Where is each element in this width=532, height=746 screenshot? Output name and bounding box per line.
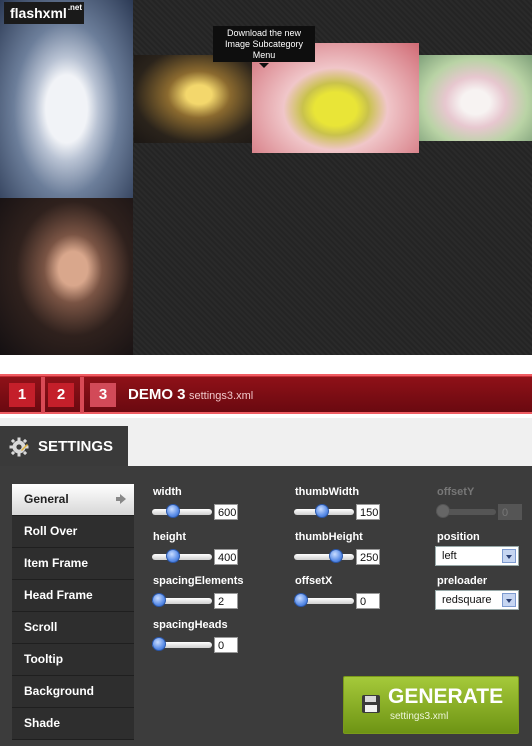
spacing-heads-slider[interactable]: [152, 637, 212, 653]
thumb-blonde-chair[interactable]: [134, 55, 252, 143]
thumb-couple[interactable]: [0, 198, 133, 355]
width-value[interactable]: 600: [214, 504, 238, 520]
settings-header: SETTINGS: [0, 418, 532, 466]
offset-y-value: 0: [498, 504, 522, 520]
thumb-bride[interactable]: [0, 0, 133, 198]
demo-bar-inner: 1 2 3 DEMO 3 settings3.xml: [0, 376, 532, 413]
thumb-width-label: thumbWidth: [295, 486, 360, 498]
menu-item-label: Roll Over: [24, 524, 78, 538]
floppy-disk-icon: [362, 695, 380, 713]
slider-knob[interactable]: [329, 549, 343, 563]
preloader-select[interactable]: redsquare: [435, 590, 519, 610]
thumb-height-slider[interactable]: [294, 549, 354, 565]
demo-tab-2[interactable]: 2: [48, 383, 74, 407]
thumb-blossom[interactable]: [419, 55, 532, 141]
spacing-elements-label: spacingElements: [153, 575, 244, 587]
menu-item-label: General: [24, 492, 69, 506]
slider-knob[interactable]: [166, 549, 180, 563]
preloader-label: preloader: [437, 575, 488, 587]
menu-item-head-frame[interactable]: Head Frame: [12, 580, 134, 612]
height-slider[interactable]: [152, 549, 212, 565]
demo-tab-1[interactable]: 1: [9, 383, 35, 407]
demo-separator: [80, 377, 84, 413]
generate-label: GENERATE: [388, 685, 504, 708]
preloader-select-value: redsquare: [442, 594, 492, 606]
menu-item-item-frame[interactable]: Item Frame: [12, 548, 134, 580]
settings-title: SETTINGS: [38, 438, 114, 455]
chevron-down-icon[interactable]: [502, 549, 516, 563]
generate-button[interactable]: GENERATE settings3.xml: [343, 676, 519, 734]
demo-separator: [41, 377, 45, 413]
slider-knob: [436, 504, 450, 518]
menu-item-roll-over[interactable]: Roll Over: [12, 516, 134, 548]
menu-item-scroll[interactable]: Scroll: [12, 612, 134, 644]
menu-item-label: Tooltip: [24, 652, 64, 666]
spacing-heads-value[interactable]: 0: [214, 637, 238, 653]
menu-item-general[interactable]: General: [12, 484, 134, 516]
height-value[interactable]: 400: [214, 549, 238, 565]
chevron-down-icon[interactable]: [502, 593, 516, 607]
slider-knob[interactable]: [152, 637, 166, 651]
thumb-width-slider[interactable]: [294, 504, 354, 520]
slider-track: [294, 554, 354, 560]
menu-item-background[interactable]: Background: [12, 676, 134, 708]
slider-knob[interactable]: [166, 504, 180, 518]
slider-track: [152, 554, 212, 560]
menu-item-label: Shade: [24, 716, 61, 730]
thumb-width-value[interactable]: 150: [356, 504, 380, 520]
arrow-right-icon: [116, 494, 126, 504]
position-select-value: left: [442, 550, 457, 562]
offset-x-slider[interactable]: [294, 593, 354, 609]
settings-menu: General Roll Over Item Frame Head Frame …: [12, 484, 134, 740]
flashxml-logo: flashxml.net: [4, 2, 84, 24]
demo-tab-3[interactable]: 3: [90, 383, 116, 407]
width-slider[interactable]: [152, 504, 212, 520]
offset-y-slider: [436, 504, 496, 520]
width-label: width: [153, 486, 182, 498]
menu-item-label: Item Frame: [24, 556, 89, 570]
spacing-heads-label: spacingHeads: [153, 619, 228, 631]
logo-name: flashxml: [10, 5, 67, 21]
slider-knob[interactable]: [294, 593, 308, 607]
settings-panel: General Roll Over Item Frame Head Frame …: [0, 466, 532, 746]
offset-x-label: offsetX: [295, 575, 333, 587]
spacing-elements-slider[interactable]: [152, 593, 212, 609]
gallery-preview: flashxml.net Download the new Image Subc…: [0, 0, 532, 355]
menu-item-label: Head Frame: [24, 588, 93, 602]
height-label: height: [153, 531, 186, 543]
thumb-height-value[interactable]: 250: [356, 549, 380, 565]
demo-title: DEMO 3: [128, 386, 186, 403]
menu-item-tooltip[interactable]: Tooltip: [12, 644, 134, 676]
menu-item-label: Background: [24, 684, 95, 698]
offset-y-label: offsetY: [437, 486, 475, 498]
gear-icon: [9, 437, 29, 457]
position-label: position: [437, 531, 480, 543]
slider-knob[interactable]: [152, 593, 166, 607]
position-select[interactable]: left: [435, 546, 519, 566]
logo-suffix: .net: [67, 3, 83, 12]
menu-item-label: Scroll: [24, 620, 58, 634]
demo-bar: 1 2 3 DEMO 3 settings3.xml: [0, 374, 532, 414]
menu-item-shade[interactable]: Shade: [12, 708, 134, 740]
slider-track: [152, 509, 212, 515]
generate-file: settings3.xml: [390, 711, 449, 722]
settings-tab: SETTINGS: [0, 426, 128, 466]
thumb-height-label: thumbHeight: [295, 531, 363, 543]
download-tooltip: Download the new Image Subcategory Menu: [213, 26, 315, 68]
spacing-elements-value[interactable]: 2: [214, 593, 238, 609]
offset-x-value[interactable]: 0: [356, 593, 380, 609]
demo-file: settings3.xml: [189, 390, 254, 402]
slider-knob[interactable]: [315, 504, 329, 518]
